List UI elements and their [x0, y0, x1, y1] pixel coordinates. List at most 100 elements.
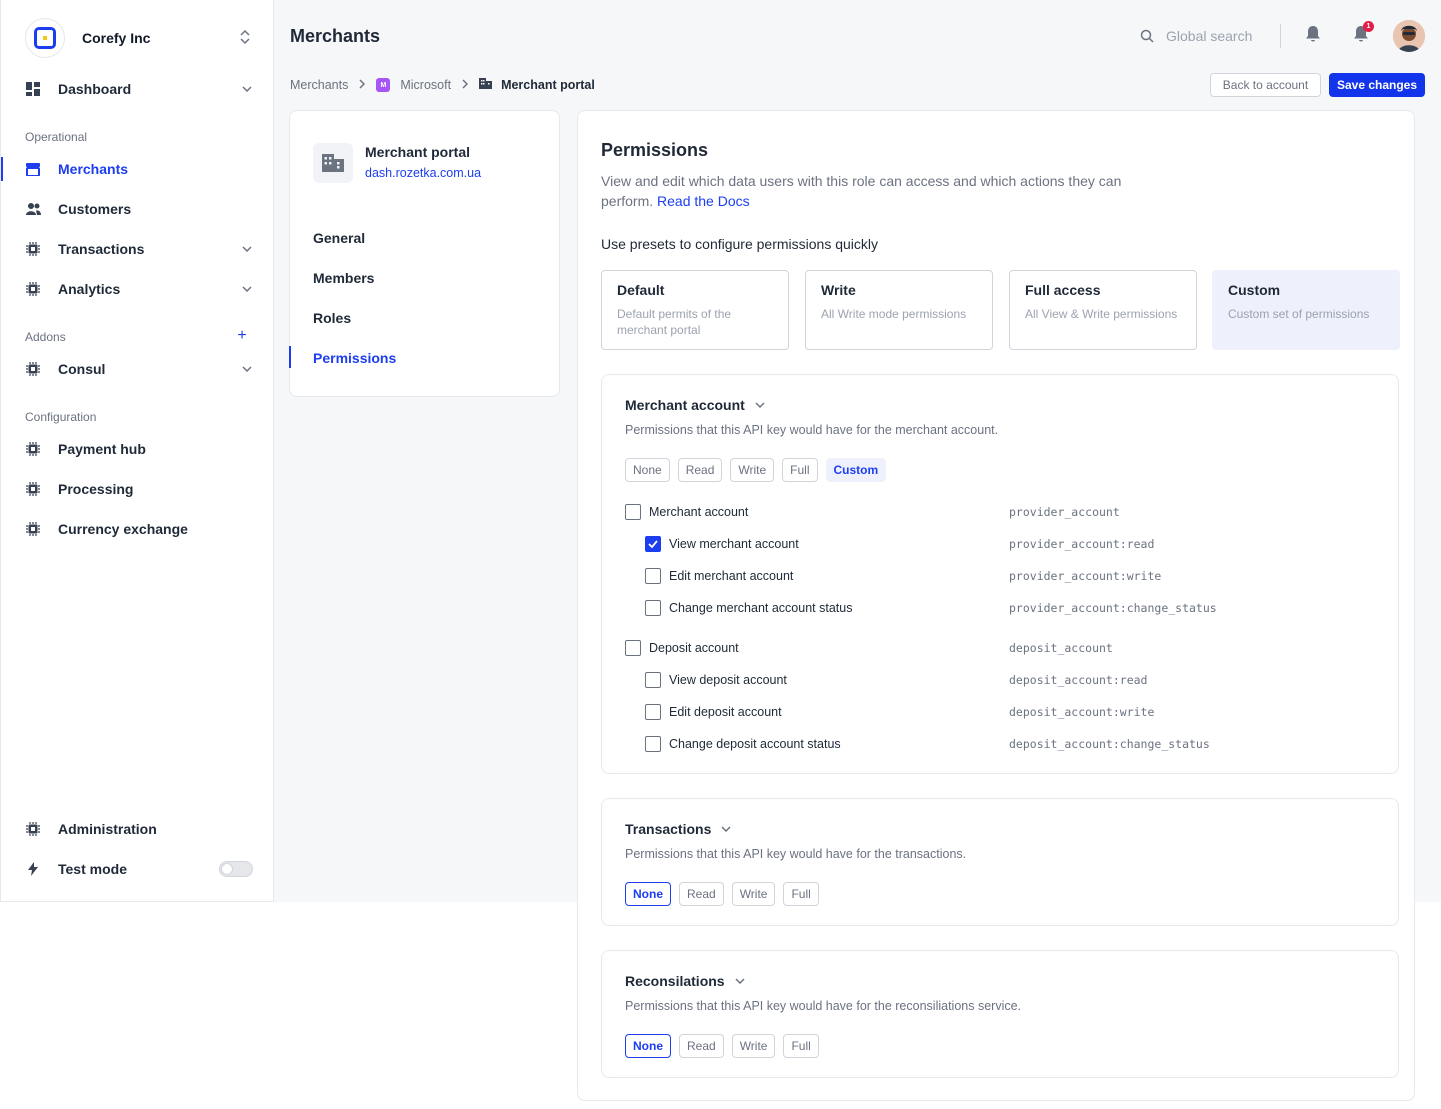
checkbox[interactable]	[645, 568, 661, 584]
preset-full-access[interactable]: Full access All View & Write permissions	[1009, 270, 1197, 350]
preset-default[interactable]: Default Default permits of the merchant …	[601, 270, 789, 350]
option-none[interactable]: None	[625, 882, 671, 906]
building-icon	[313, 143, 353, 183]
section-configuration: Configuration	[25, 410, 97, 424]
section-operational: Operational	[25, 130, 88, 144]
sidebar-item-customers[interactable]: Customers	[25, 197, 253, 221]
checkbox[interactable]	[625, 640, 641, 656]
back-to-account-button[interactable]: Back to account	[1210, 73, 1321, 97]
perm-label: Merchant account	[649, 505, 749, 519]
bell-button[interactable]	[1297, 20, 1329, 52]
sidebar-item-label: Test mode	[58, 861, 127, 877]
card-description: Permissions that this API key would have…	[625, 847, 967, 861]
avatar[interactable]	[1393, 20, 1425, 52]
sidebar-item-merchants[interactable]: Merchants	[25, 157, 253, 181]
perm-label: Deposit account	[649, 641, 739, 655]
permissions-description: View and edit which data users with this…	[601, 171, 1161, 211]
sidebar-item-processing[interactable]: Processing	[25, 477, 253, 501]
option-none[interactable]: None	[625, 1034, 671, 1058]
perm-label: View deposit account	[669, 673, 787, 687]
checkbox-checked-icon[interactable]	[645, 536, 661, 552]
perm-edit-merchant-account[interactable]: Edit merchant account	[645, 568, 793, 584]
access-level-selector: None Read Write Full	[625, 1034, 827, 1058]
sidebar-item-label: Transactions	[58, 241, 145, 257]
test-mode-toggle[interactable]	[219, 861, 253, 877]
add-addon-plus-icon[interactable]: +	[234, 328, 250, 345]
option-none[interactable]: None	[625, 458, 670, 482]
sidebar-item-currency-exchange[interactable]: Currency exchange	[25, 517, 253, 541]
perm-code: deposit_account:change_status	[1009, 737, 1210, 751]
option-read[interactable]: Read	[679, 882, 724, 906]
option-write[interactable]: Write	[731, 882, 776, 906]
breadcrumb-merchant[interactable]: Microsoft	[400, 78, 451, 92]
card-title: Transactions	[625, 821, 712, 837]
perm-label: Edit deposit account	[669, 705, 782, 719]
preset-custom[interactable]: Custom Custom set of permissions	[1212, 270, 1400, 350]
checkbox[interactable]	[645, 600, 661, 616]
sidebar-item-dashboard[interactable]: Dashboard	[25, 77, 253, 101]
option-full[interactable]: Full	[782, 458, 818, 482]
preset-description: All Write mode permissions	[821, 307, 967, 321]
checkbox[interactable]	[645, 736, 661, 752]
chevron-down-icon	[241, 363, 253, 375]
option-read[interactable]: Read	[679, 1034, 724, 1058]
preset-write[interactable]: Write All Write mode permissions	[805, 270, 993, 350]
option-full[interactable]: Full	[783, 882, 819, 906]
chevron-down-icon	[241, 243, 253, 255]
perm-view-merchant-account[interactable]: View merchant account	[645, 536, 799, 552]
active-indicator	[1, 157, 3, 181]
building-icon	[479, 78, 493, 92]
option-custom[interactable]: Custom	[825, 458, 887, 482]
sidebar-item-analytics[interactable]: Analytics	[25, 277, 253, 301]
option-write[interactable]: Write	[730, 458, 775, 482]
transactions-card: Transactions Permissions that this API k…	[601, 798, 1399, 926]
option-write[interactable]: Write	[731, 1034, 776, 1058]
chevron-down-icon	[721, 824, 731, 835]
notifications-button[interactable]: 1	[1345, 20, 1377, 52]
card-header[interactable]: Reconsilations	[625, 973, 745, 989]
sidebar-item-label: Merchants	[58, 161, 129, 177]
perm-change-merchant-account-status[interactable]: Change merchant account status	[645, 600, 852, 616]
search-placeholder: Global search	[1166, 28, 1253, 44]
sidebar-item-administration[interactable]: Administration	[25, 817, 253, 841]
tab-general[interactable]: General	[313, 230, 365, 246]
chip-icon	[25, 281, 41, 297]
save-changes-button[interactable]: Save changes	[1329, 73, 1425, 97]
sidebar-item-label: Payment hub	[58, 441, 146, 457]
breadcrumb-merchants[interactable]: Merchants	[290, 78, 348, 92]
sidebar-item-payment-hub[interactable]: Payment hub	[25, 437, 253, 461]
sidebar-item-transactions[interactable]: Transactions	[25, 237, 253, 261]
preset-title: Write	[821, 282, 856, 298]
checkbox[interactable]	[645, 704, 661, 720]
sidebar: Corefy Inc Dashboard Operational Merchan…	[0, 0, 274, 902]
option-full[interactable]: Full	[783, 1034, 819, 1058]
portal-url-link[interactable]: dash.rozetka.com.ua	[365, 166, 481, 180]
checkbox[interactable]	[645, 672, 661, 688]
preset-title: Default	[617, 282, 665, 298]
global-search[interactable]: Global search	[1140, 28, 1266, 44]
perm-merchant-account[interactable]: Merchant account	[625, 504, 748, 520]
perm-view-deposit-account[interactable]: View deposit account	[645, 672, 787, 688]
search-icon	[1140, 29, 1154, 43]
sidebar-item-label: Administration	[58, 821, 157, 837]
perm-edit-deposit-account[interactable]: Edit deposit account	[645, 704, 782, 720]
card-title: Merchant account	[625, 397, 745, 413]
chip-icon	[25, 361, 41, 377]
chevron-right-icon	[359, 78, 366, 92]
sidebar-item-consul[interactable]: Consul	[25, 357, 253, 381]
chevron-up-down-icon	[237, 29, 253, 47]
perm-change-deposit-account-status[interactable]: Change deposit account status	[645, 736, 841, 752]
read-the-docs-link[interactable]: Read the Docs	[657, 193, 750, 209]
checkbox[interactable]	[625, 504, 641, 520]
perm-deposit-account[interactable]: Deposit account	[625, 640, 739, 656]
card-header[interactable]: Transactions	[625, 821, 731, 837]
card-header[interactable]: Merchant account	[625, 397, 765, 413]
access-level-selector: None Read Write Full	[625, 882, 827, 906]
tab-permissions[interactable]: Permissions	[313, 350, 396, 366]
users-icon	[25, 201, 41, 217]
tab-members[interactable]: Members	[313, 270, 374, 286]
tab-roles[interactable]: Roles	[313, 310, 351, 326]
merchant-account-card: Merchant account Permissions that this A…	[601, 374, 1399, 774]
option-read[interactable]: Read	[677, 458, 723, 482]
org-switcher[interactable]: Corefy Inc	[25, 18, 253, 58]
